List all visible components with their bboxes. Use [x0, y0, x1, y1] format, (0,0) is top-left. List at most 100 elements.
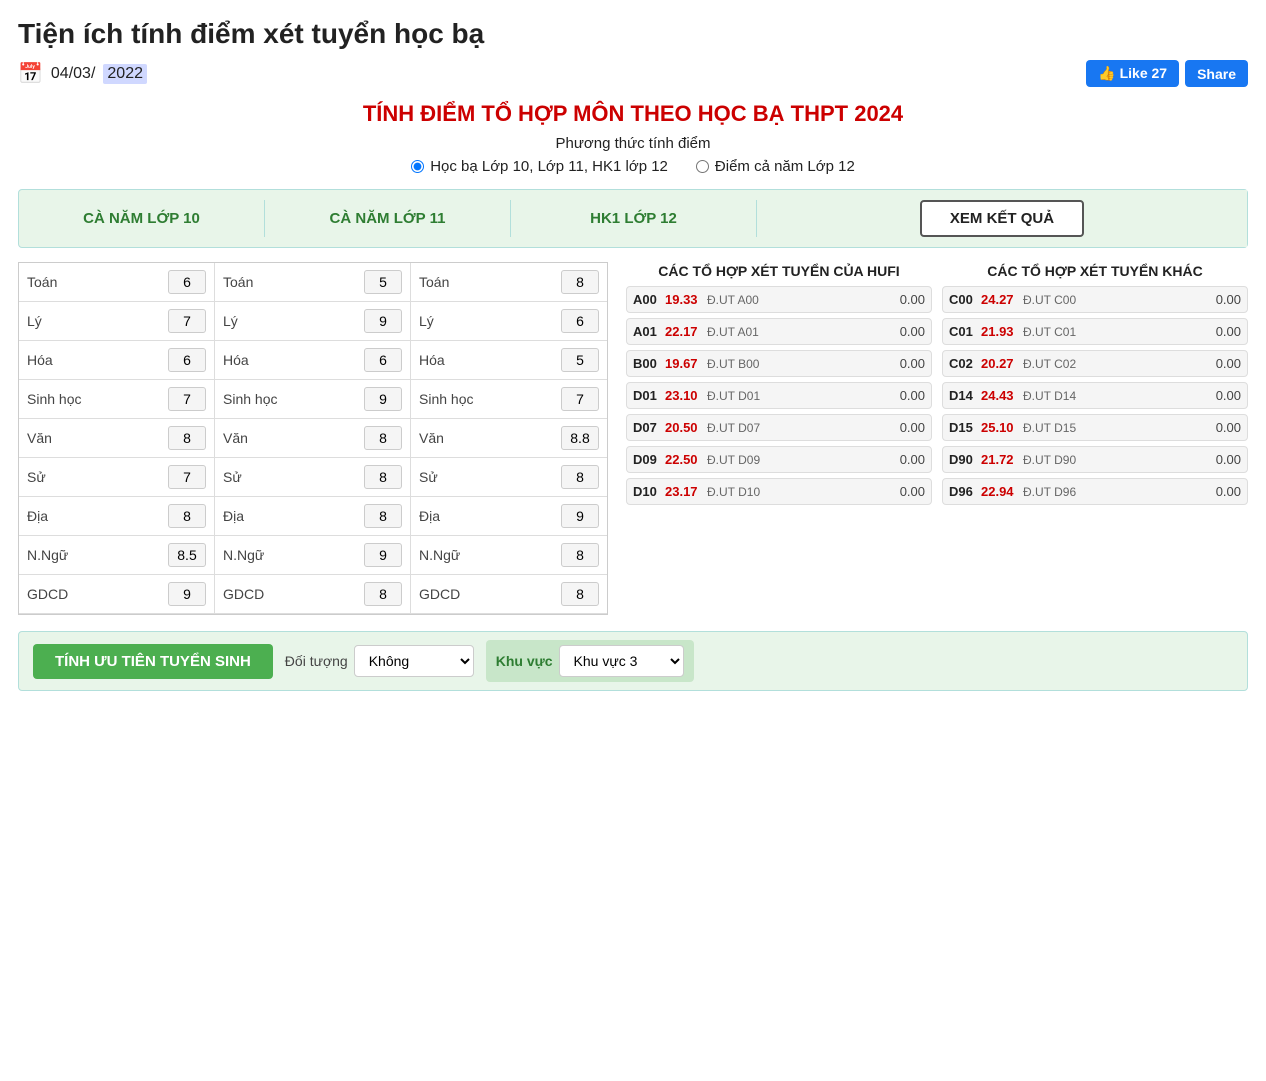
- subj-name: GDCD: [223, 586, 358, 602]
- subjects-grid: ToánToánToánLýLýLýHóaHóaHóaSinh họcSinh …: [18, 262, 608, 615]
- subj-val-hk1[interactable]: [561, 387, 599, 411]
- radio-input-2[interactable]: [696, 160, 709, 173]
- subj-cell-lop11-Sinh học: Sinh học: [215, 380, 411, 419]
- result-code: B00: [633, 356, 661, 371]
- tinh-uu-tien-button[interactable]: TÍNH ƯU TIÊN TUYỂN SINH: [33, 644, 273, 679]
- result-score: 21.93: [981, 324, 1019, 339]
- subj-cell-lop11-Hóa: Hóa: [215, 341, 411, 380]
- result-dut-label: Đ.UT C00: [1023, 293, 1205, 307]
- subj-val-lop10[interactable]: [168, 426, 206, 450]
- subj-cell-lop10-Hóa: Hóa: [19, 341, 215, 380]
- subj-cell-hk1-Hóa: Hóa: [411, 341, 607, 380]
- subj-name: N.Ngữ: [419, 547, 555, 563]
- result-item-D01: D01 23.10 Đ.UT D01 0.00: [626, 382, 932, 409]
- result-score: 24.27: [981, 292, 1019, 307]
- subj-cell-hk1-N.Ngữ: N.Ngữ: [411, 536, 607, 575]
- subj-val-lop10[interactable]: [168, 387, 206, 411]
- subj-val-lop10[interactable]: [168, 582, 206, 606]
- result-code: D10: [633, 484, 661, 499]
- result-dut-val: 0.00: [893, 420, 925, 435]
- bottom-row: TÍNH ƯU TIÊN TUYỂN SINH Đối tượng KhôngƯ…: [18, 631, 1248, 691]
- date-row: 📅 04/03/2022 👍 Like 27 Share: [18, 60, 1248, 87]
- subj-cell-lop11-N.Ngữ: N.Ngữ: [215, 536, 411, 575]
- radio-option-2[interactable]: Điểm cả năm Lớp 12: [696, 158, 855, 175]
- subj-val-lop10[interactable]: [168, 465, 206, 489]
- page-title: Tiện ích tính điểm xét tuyển học bạ: [18, 18, 1248, 50]
- result-score: 22.50: [665, 452, 703, 467]
- khu-vuc-select[interactable]: Khu vực 1Khu vực 2Khu vực 2NTKhu vực 3: [559, 645, 684, 677]
- result-dut-label: Đ.UT D01: [707, 389, 889, 403]
- subj-val-hk1[interactable]: [561, 348, 599, 372]
- subj-val-lop11[interactable]: [364, 309, 402, 333]
- radio-row: Học bạ Lớp 10, Lớp 11, HK1 lớp 12 Điểm c…: [18, 158, 1248, 175]
- subj-val-hk1[interactable]: [561, 543, 599, 567]
- subj-val-lop11[interactable]: [364, 387, 402, 411]
- subtitle: Phương thức tính điểm: [18, 135, 1248, 152]
- subj-name: Lý: [419, 313, 555, 329]
- hufi-results: A00 19.33 Đ.UT A00 0.00 A01 22.17 Đ.UT A…: [626, 286, 932, 505]
- subj-val-lop11[interactable]: [364, 504, 402, 528]
- subj-val-hk1[interactable]: [561, 309, 599, 333]
- subj-cell-lop11-Toán: Toán: [215, 263, 411, 302]
- radio-input-1[interactable]: [411, 160, 424, 173]
- doi-tuong-group: Đối tượng KhôngƯu tiên 1Ưu tiên 2: [285, 645, 474, 677]
- subj-cell-hk1-Toán: Toán: [411, 263, 607, 302]
- subj-name: Sử: [223, 469, 358, 485]
- subj-val-hk1[interactable]: [561, 465, 599, 489]
- result-dut-val: 0.00: [1209, 356, 1241, 371]
- subj-val-lop11[interactable]: [364, 426, 402, 450]
- subj-val-lop11[interactable]: [364, 543, 402, 567]
- result-dut-val: 0.00: [1209, 388, 1241, 403]
- xem-ket-qua-button[interactable]: XEM KẾT QUẢ: [920, 200, 1084, 237]
- result-dut-val: 0.00: [893, 292, 925, 307]
- tab-ca-nam-lop-10[interactable]: CÀ NĂM LỚP 10: [19, 200, 265, 237]
- subj-val-hk1[interactable]: [561, 504, 599, 528]
- result-dut-label: Đ.UT D96: [1023, 485, 1205, 499]
- tab-ca-nam-lop-11[interactable]: CÀ NĂM LỚP 11: [265, 200, 511, 237]
- subj-val-lop11[interactable]: [364, 582, 402, 606]
- tab-hk1-lop-12[interactable]: HK1 LỚP 12: [511, 200, 757, 237]
- share-button[interactable]: Share: [1185, 60, 1248, 87]
- doi-tuong-label: Đối tượng: [285, 653, 348, 669]
- result-score: 22.94: [981, 484, 1019, 499]
- doi-tuong-select[interactable]: KhôngƯu tiên 1Ưu tiên 2: [354, 645, 474, 677]
- subj-name: Văn: [223, 430, 358, 446]
- subj-val-hk1[interactable]: [561, 426, 599, 450]
- result-code: D01: [633, 388, 661, 403]
- result-dut-val: 0.00: [893, 388, 925, 403]
- subj-cell-lop10-N.Ngữ: N.Ngữ: [19, 536, 215, 575]
- subj-val-lop11[interactable]: [364, 465, 402, 489]
- result-dut-val: 0.00: [1209, 484, 1241, 499]
- subj-val-lop11[interactable]: [364, 270, 402, 294]
- subj-val-lop10[interactable]: [168, 543, 206, 567]
- subj-cell-lop11-Văn: Văn: [215, 419, 411, 458]
- social-buttons: 👍 Like 27 Share: [1086, 60, 1248, 87]
- subj-val-hk1[interactable]: [561, 270, 599, 294]
- result-score: 21.72: [981, 452, 1019, 467]
- subj-val-hk1[interactable]: [561, 582, 599, 606]
- result-dut-val: 0.00: [893, 324, 925, 339]
- subj-cell-hk1-Sinh học: Sinh học: [411, 380, 607, 419]
- subj-val-lop10[interactable]: [168, 270, 206, 294]
- result-item-B00: B00 19.67 Đ.UT B00 0.00: [626, 350, 932, 377]
- subj-name: GDCD: [419, 586, 555, 602]
- subjects-table: ToánToánToánLýLýLýHóaHóaHóaSinh họcSinh …: [18, 262, 608, 615]
- result-item-other-D14: D14 24.43 Đ.UT D14 0.00: [942, 382, 1248, 409]
- subj-cell-lop10-Sinh học: Sinh học: [19, 380, 215, 419]
- result-item-A00: A00 19.33 Đ.UT A00 0.00: [626, 286, 932, 313]
- radio-option-1[interactable]: Học bạ Lớp 10, Lớp 11, HK1 lớp 12: [411, 158, 668, 175]
- subj-name: Hóa: [419, 352, 555, 368]
- result-item-A01: A01 22.17 Đ.UT A01 0.00: [626, 318, 932, 345]
- subj-val-lop11[interactable]: [364, 348, 402, 372]
- subj-val-lop10[interactable]: [168, 504, 206, 528]
- other-col: CÁC TỔ HỢP XÉT TUYỂN KHÁC C00 24.27 Đ.UT…: [942, 262, 1248, 510]
- result-dut-val: 0.00: [893, 452, 925, 467]
- subj-val-lop10[interactable]: [168, 309, 206, 333]
- tab-xem-ket-qua[interactable]: XEM KẾT QUẢ: [757, 190, 1247, 247]
- subj-val-lop10[interactable]: [168, 348, 206, 372]
- result-dut-label: Đ.UT D07: [707, 421, 889, 435]
- result-item-other-C02: C02 20.27 Đ.UT C02 0.00: [942, 350, 1248, 377]
- result-code: D15: [949, 420, 977, 435]
- subj-name: Sinh học: [419, 391, 555, 407]
- like-button[interactable]: 👍 Like 27: [1086, 60, 1179, 87]
